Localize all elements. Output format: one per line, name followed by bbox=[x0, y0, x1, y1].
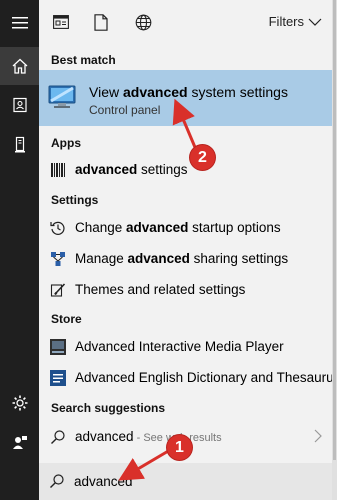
setting-result-label: Change advanced startup options bbox=[75, 220, 281, 235]
documents-filter-button[interactable] bbox=[91, 12, 111, 32]
search-box[interactable]: advanced bbox=[39, 463, 332, 500]
documents-button[interactable] bbox=[0, 86, 39, 124]
document-icon bbox=[94, 13, 108, 31]
globe-icon bbox=[135, 14, 151, 30]
section-best-match: Best match bbox=[51, 53, 116, 67]
filters-label: Filters bbox=[268, 14, 304, 29]
feedback-button[interactable] bbox=[0, 424, 39, 462]
section-apps: Apps bbox=[51, 136, 81, 150]
search-icon bbox=[49, 428, 67, 446]
setting-result-label: Themes and related settings bbox=[75, 282, 246, 297]
setting-result-themes[interactable]: Themes and related settings bbox=[39, 277, 332, 303]
tower-icon bbox=[14, 136, 25, 153]
app-result-label: advanced settings bbox=[75, 162, 188, 177]
store-result-media-player[interactable]: Advanced Interactive Media Player bbox=[39, 334, 332, 360]
best-match-result[interactable]: View advanced system settings Control pa… bbox=[39, 70, 332, 126]
filters-dropdown[interactable]: Filters bbox=[269, 14, 322, 29]
store-result-dictionary[interactable]: Advanced English Dictionary and Thesauru… bbox=[39, 365, 337, 391]
filter-toolbar: Filters bbox=[39, 0, 332, 44]
web-filter-button[interactable] bbox=[133, 12, 153, 32]
setting-result-startup-options[interactable]: Change advanced startup options bbox=[39, 215, 332, 241]
home-icon bbox=[12, 58, 27, 74]
section-search-suggestions: Search suggestions bbox=[51, 401, 166, 415]
home-button[interactable] bbox=[0, 47, 39, 85]
left-rail bbox=[0, 0, 39, 500]
setting-result-sharing-settings[interactable]: Manage advanced sharing settings bbox=[39, 246, 332, 272]
scrollbar[interactable] bbox=[332, 0, 337, 500]
settings-button[interactable] bbox=[0, 384, 39, 422]
share-icon bbox=[49, 250, 67, 268]
annotation-badge-1: 1 bbox=[167, 435, 192, 460]
setting-result-label: Manage advanced sharing settings bbox=[75, 251, 289, 266]
history-icon bbox=[49, 219, 67, 237]
chevron-down-icon bbox=[308, 18, 322, 26]
best-match-title: View advanced system settings bbox=[89, 84, 288, 100]
best-match-subtitle: Control panel bbox=[89, 103, 161, 117]
search-input[interactable]: advanced bbox=[74, 474, 133, 489]
barcode-icon bbox=[49, 161, 67, 179]
device-button[interactable] bbox=[0, 126, 39, 164]
dictionary-icon bbox=[49, 369, 67, 387]
media-player-icon bbox=[49, 338, 67, 356]
chevron-right-icon bbox=[314, 429, 322, 443]
search-icon bbox=[50, 474, 64, 488]
feedback-icon bbox=[12, 436, 27, 449]
system-settings-icon bbox=[47, 82, 79, 117]
apps-filter-button[interactable] bbox=[51, 12, 71, 32]
contact-card-icon bbox=[12, 97, 27, 113]
search-results-panel: Filters Best match View advanced system … bbox=[39, 0, 337, 500]
brush-icon bbox=[49, 281, 67, 299]
store-result-label: Advanced English Dictionary and Thesauru… bbox=[75, 370, 337, 385]
window-list-icon bbox=[53, 15, 69, 29]
menu-button[interactable] bbox=[0, 4, 39, 42]
section-settings: Settings bbox=[51, 193, 99, 207]
scrollbar-thumb[interactable] bbox=[333, 0, 336, 460]
app-result-advanced-settings[interactable]: advanced settings bbox=[39, 157, 332, 183]
gear-icon bbox=[12, 395, 27, 411]
hamburger-icon bbox=[11, 17, 28, 29]
store-result-label: Advanced Interactive Media Player bbox=[75, 339, 284, 354]
section-store: Store bbox=[51, 312, 82, 326]
suggestion-label: advanced - See web results bbox=[75, 429, 222, 444]
annotation-badge-2: 2 bbox=[190, 145, 215, 170]
